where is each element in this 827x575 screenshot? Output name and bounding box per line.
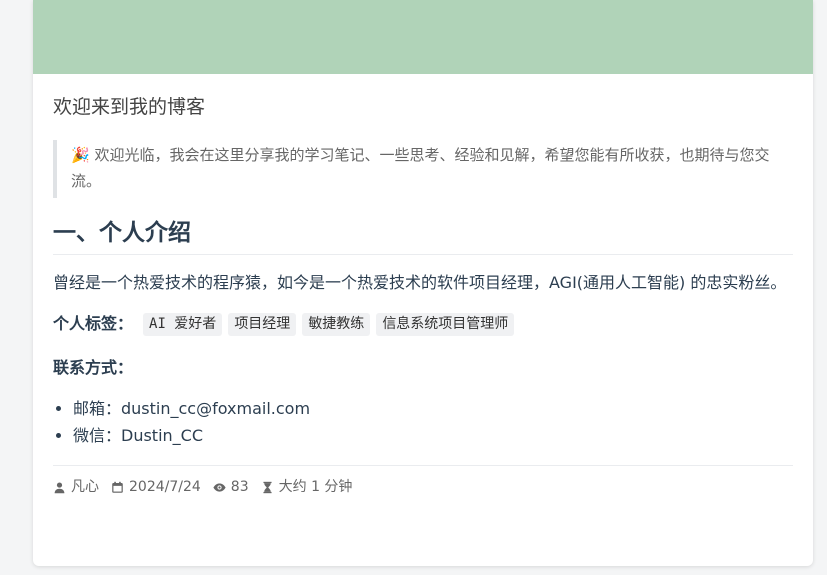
reading-time-meta: 大约 1 分钟: [261, 476, 353, 498]
post-meta: 凡心 2024/7/24 83 大约 1 分钟: [53, 465, 793, 498]
welcome-notice: 🎉 欢迎光临，我会在这里分享我的学习笔记、一些思考、经验和见解，希望您能有所收获…: [53, 140, 793, 198]
tag-list: AI 爱好者 项目经理 敏捷教练 信息系统项目管理师: [143, 312, 520, 336]
contact-email: 邮箱：dustin_cc@foxmail.com: [73, 395, 793, 422]
contact-wechat: 微信：Dustin_CC: [73, 422, 793, 449]
views-meta: 83: [213, 476, 249, 498]
tag: 信息系统项目管理师: [376, 312, 515, 336]
post-content: 欢迎来到我的博客 🎉 欢迎光临，我会在这里分享我的学习笔记、一些思考、经验和见解…: [33, 94, 813, 498]
section-heading: 一、个人介绍: [53, 218, 793, 255]
contact-list: 邮箱：dustin_cc@foxmail.com 微信：Dustin_CC: [53, 395, 793, 449]
reading-time: 大约 1 分钟: [278, 479, 353, 495]
author-meta[interactable]: 凡心: [53, 476, 99, 498]
contact-heading: 联系方式：: [53, 358, 134, 377]
view-count: 83: [230, 479, 249, 495]
tag: 敏捷教练: [302, 312, 371, 336]
post-title: 欢迎来到我的博客: [53, 96, 206, 118]
tag: AI 爱好者: [143, 312, 223, 336]
user-icon: [54, 481, 65, 493]
calendar-icon: [112, 481, 123, 493]
tags-label: 个人标签：: [53, 314, 134, 333]
hourglass-icon: [263, 481, 272, 493]
cover-banner: [33, 0, 813, 74]
intro-paragraph: 曾经是一个热爱技术的程序猿，如今是一个热爱技术的软件项目经理，AGI(通用人工智…: [53, 273, 787, 292]
tag: 项目经理: [228, 312, 297, 336]
tags-row: 个人标签： AI 爱好者 项目经理 敏捷教练 信息系统项目管理师: [53, 311, 793, 337]
date-meta: 2024/7/24: [111, 476, 201, 498]
post-date: 2024/7/24: [129, 479, 201, 495]
eye-icon: [213, 482, 226, 492]
author-name: 凡心: [71, 479, 99, 495]
post-card: 欢迎来到我的博客 🎉 欢迎光临，我会在这里分享我的学习笔记、一些思考、经验和见解…: [33, 0, 813, 566]
